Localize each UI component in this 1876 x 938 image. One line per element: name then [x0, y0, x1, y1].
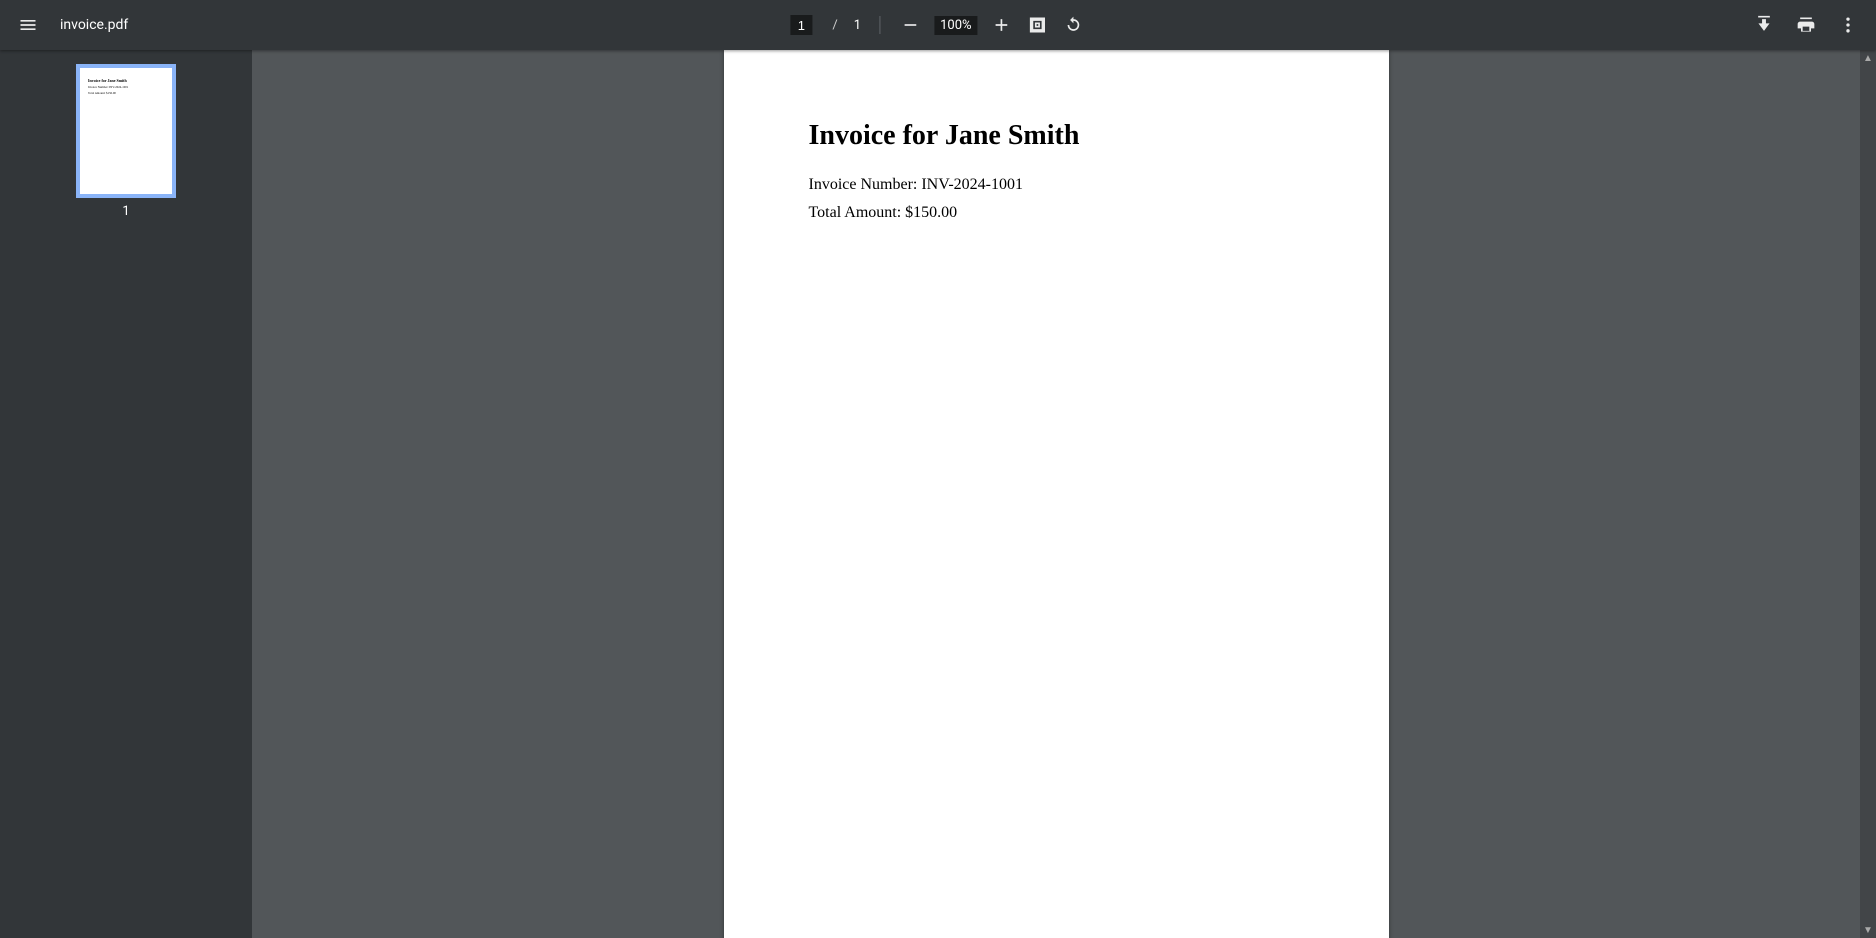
download-icon[interactable]	[1752, 13, 1776, 37]
thumbnail-sidebar: Invoice for Jane Smith Invoice Number: I…	[0, 50, 252, 938]
vertical-scrollbar[interactable]: ▲ ▼	[1860, 50, 1876, 938]
page-total-label: 1	[854, 18, 861, 33]
page-thumbnail[interactable]: Invoice for Jane Smith Invoice Number: I…	[76, 64, 176, 198]
toolbar: invoice.pdf / 1 100%	[0, 0, 1876, 50]
fit-page-icon[interactable]	[1026, 13, 1050, 37]
menu-icon[interactable]	[16, 13, 40, 37]
filename-label: invoice.pdf	[60, 17, 128, 33]
document-title: Invoice for Jane Smith	[809, 120, 1304, 152]
thumbnail-line-2: Total Amount: $150.00	[88, 91, 164, 95]
thumbnail-page-number: 1	[122, 204, 129, 219]
total-amount-line: Total Amount: $150.00	[809, 204, 1304, 222]
thumbnail-line-1: Invoice Number: INV-2024-1001	[88, 85, 164, 89]
scroll-down-icon[interactable]: ▼	[1860, 922, 1876, 938]
invoice-number-line: Invoice Number: INV-2024-1001	[809, 176, 1304, 194]
document-page: Invoice for Jane Smith Invoice Number: I…	[724, 50, 1389, 938]
scroll-up-icon[interactable]: ▲	[1860, 50, 1876, 66]
thumbnail-title: Invoice for Jane Smith	[88, 78, 164, 83]
zoom-level-display[interactable]: 100%	[934, 16, 977, 35]
zoom-out-icon[interactable]	[898, 13, 922, 37]
page-separator: /	[832, 18, 837, 33]
toolbar-divider	[879, 16, 880, 34]
document-viewer[interactable]: Invoice for Jane Smith Invoice Number: I…	[252, 50, 1860, 938]
rotate-icon[interactable]	[1062, 13, 1086, 37]
page-number-input[interactable]	[790, 15, 812, 35]
more-icon[interactable]	[1836, 13, 1860, 37]
zoom-in-icon[interactable]	[990, 13, 1014, 37]
print-icon[interactable]	[1794, 13, 1818, 37]
